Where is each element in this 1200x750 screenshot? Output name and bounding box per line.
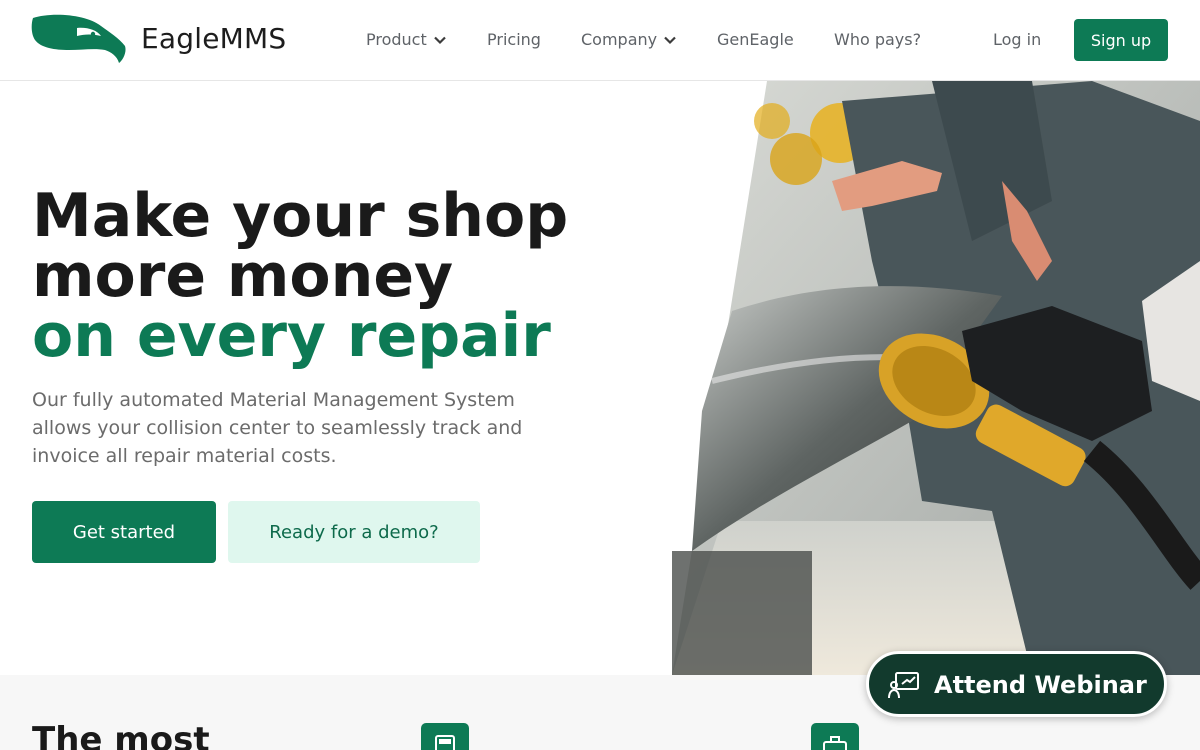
hero-image: [672, 81, 1200, 675]
brand-name[interactable]: EagleMMS: [141, 22, 286, 55]
features-title: The most: [32, 720, 210, 750]
hero-headline: Make your shop more money on every repai…: [32, 186, 568, 366]
chevron-down-icon: [433, 36, 446, 44]
nav-pricing[interactable]: Pricing: [487, 30, 541, 49]
headline-line-1: Make your shop: [32, 181, 569, 251]
get-started-button[interactable]: Get started: [32, 501, 216, 563]
attend-webinar-button[interactable]: Attend Webinar: [866, 651, 1167, 717]
nav-product[interactable]: Product: [366, 30, 447, 49]
headline-line-3: on every repair: [32, 301, 551, 371]
briefcase-icon: [811, 723, 859, 750]
nav-who-pays[interactable]: Who pays?: [834, 30, 921, 49]
presentation-icon: [888, 672, 919, 699]
eagle-logo-icon[interactable]: [31, 14, 127, 66]
signup-button[interactable]: Sign up: [1074, 19, 1168, 61]
login-link[interactable]: Log in: [993, 30, 1041, 49]
nav-product-label: Product: [366, 30, 427, 49]
nav-company-label: Company: [581, 30, 658, 49]
nav-pricing-label: Pricing: [487, 30, 541, 49]
demo-button[interactable]: Ready for a demo?: [228, 501, 480, 563]
hero-subtext: Our fully automated Material Management …: [32, 389, 523, 467]
site-header: EagleMMS Product Pricing Company GenEagl…: [0, 0, 1200, 81]
headline-line-2: more money: [32, 241, 454, 311]
nav-geneagle[interactable]: GenEagle: [717, 30, 794, 49]
chevron-down-icon: [664, 36, 676, 44]
attend-webinar-label: Attend Webinar: [934, 671, 1147, 699]
nav-company[interactable]: Company: [581, 30, 677, 49]
nav-geneagle-label: GenEagle: [717, 30, 794, 49]
calculator-icon: [421, 723, 469, 750]
nav-who-pays-label: Who pays?: [834, 30, 922, 49]
